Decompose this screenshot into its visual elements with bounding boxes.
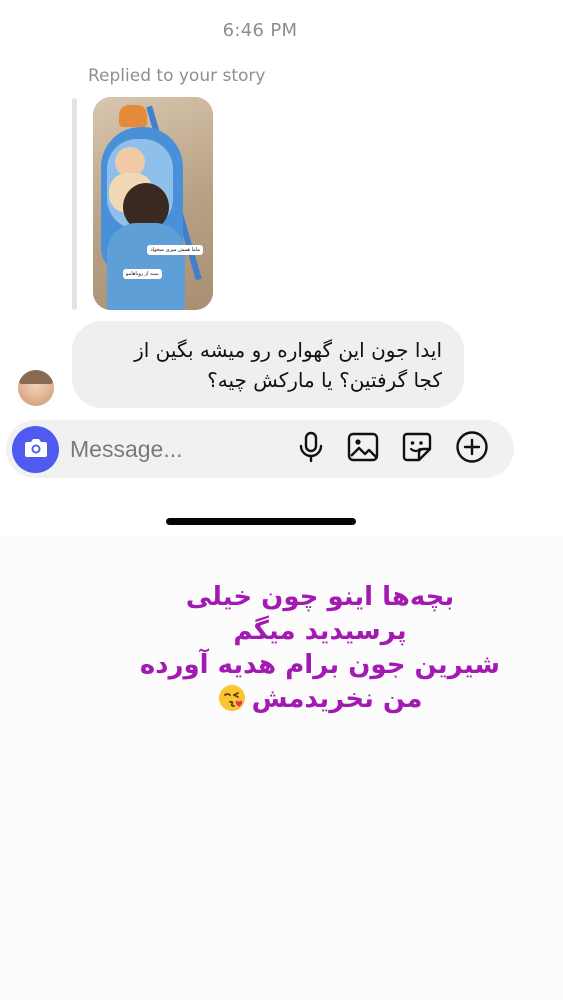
message-timestamp: 6:46 PM (222, 20, 298, 41)
overlay-line: پرسیدید میگم (233, 616, 407, 646)
message-bubble[interactable]: ایدا جون این گهواره رو میشه بگین از کجا … (72, 321, 464, 408)
reply-divider (72, 98, 77, 310)
avatar-hair (18, 370, 54, 384)
story-preview[interactable]: ماما همش میری میخواد ببینه از رو‌یاهامو (93, 97, 213, 310)
message-line: کجا گرفتین؟ یا مارکش چیه؟ (207, 368, 442, 392)
hanging-toy (119, 105, 147, 127)
story-caption: ماما همش میری میخواد (147, 245, 203, 255)
kiss-emoji-icon (218, 684, 246, 712)
sticker-icon (401, 431, 433, 467)
overlay-line: بچه‌ها اینو چون خیلی (185, 582, 455, 612)
message-text: ایدا جون این گهواره رو میشه بگین از کجا … (82, 335, 442, 395)
overlay-line: من نخریدمش (251, 684, 423, 714)
overlay-line: شیرین جون برام هدیه آورده (139, 650, 500, 680)
chat-screen: 6:46 PM Replied to your story ماما همش م… (0, 0, 563, 535)
child-body (107, 223, 185, 310)
more-options-button[interactable] (455, 430, 489, 468)
message-line: ایدا جون این گهواره رو میشه بگین از (134, 338, 442, 362)
gallery-button[interactable] (346, 432, 380, 466)
reply-label: Replied to your story (88, 66, 266, 86)
overlay-caption: بچه‌ها اینو چون خیلی پرسیدید میگم شیرین … (140, 580, 500, 716)
image-icon (347, 432, 379, 466)
overlay-line-with-emoji: من نخریدمش (140, 682, 500, 716)
message-composer (6, 420, 514, 478)
microphone-button[interactable] (294, 431, 328, 467)
microphone-icon (298, 431, 324, 467)
plus-icon (455, 430, 489, 468)
camera-icon (24, 438, 48, 462)
sticker-button[interactable] (400, 432, 434, 466)
camera-button[interactable] (12, 426, 59, 473)
home-indicator[interactable] (166, 518, 356, 525)
message-input[interactable] (70, 433, 270, 465)
story-caption: ببینه از رو‌یاهامو (123, 269, 162, 279)
sender-avatar[interactable] (18, 370, 54, 406)
